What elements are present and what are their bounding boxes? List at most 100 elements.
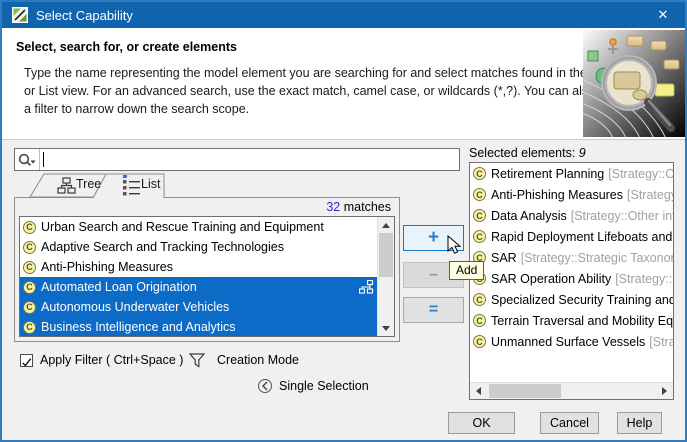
list-item[interactable]: C Urban Search and Rescue Training and E… — [20, 217, 377, 237]
selected-item[interactable]: C Unmanned Surface Vessels [Strateg — [470, 331, 673, 352]
selected-item-name: Rapid Deployment Lifeboats and Re — [491, 230, 673, 244]
selected-item-path: [Strategy::Strategic Taxonomy: — [521, 251, 673, 265]
capability-icon: C — [473, 230, 486, 243]
list-item-label: Adaptive Search and Tracking Technologie… — [41, 240, 284, 254]
list-item[interactable]: C Anti-Phishing Measures — [20, 257, 377, 277]
selected-item-name: Terrain Traversal and Mobility Equip — [491, 314, 673, 328]
scroll-left-button[interactable] — [470, 383, 487, 399]
capability-icon: C — [473, 167, 486, 180]
selected-item[interactable]: C Specialized Security Training and Eq — [470, 289, 673, 310]
selected-item-path: [Strategy::Other info f — [571, 209, 673, 223]
list-tab-panel: 32 matches C Urban Search and Rescue Tra… — [14, 197, 400, 342]
list-item[interactable]: C Adaptive Search and Tracking Technolog… — [20, 237, 377, 257]
scroll-left-icon — [476, 387, 481, 395]
selected-item-name: Data Analysis — [491, 209, 567, 223]
capability-icon: C — [23, 281, 36, 294]
list-item-label: Business Intelligence and Analytics — [41, 320, 236, 334]
scroll-up-icon — [382, 223, 390, 228]
capability-icon: C — [473, 314, 486, 327]
list-item-label: Anti-Phishing Measures — [41, 260, 173, 274]
capability-icon: C — [473, 209, 486, 222]
capability-icon: C — [473, 335, 486, 348]
search-illustration — [583, 30, 685, 137]
scroll-up-button[interactable] — [378, 217, 394, 233]
selected-elements-text: Selected elements: — [469, 146, 575, 160]
list-item[interactable]: C Business Intelligence and Analytics — [20, 317, 377, 336]
selected-item[interactable]: C SAR Operation Ability [Strategy::Str — [470, 268, 673, 289]
selected-item-name: Specialized Security Training and Eq — [491, 293, 673, 307]
scroll-right-icon — [662, 387, 667, 395]
header-description: Type the name representing the model ele… — [24, 64, 628, 118]
add-tooltip: Add — [449, 261, 484, 280]
capability-icon: C — [23, 241, 36, 254]
ok-button[interactable]: OK — [448, 412, 515, 434]
selected-item[interactable]: C Retirement Planning [Strategy::Oth — [470, 163, 673, 184]
selected-item-path: [Strategy::Oth — [608, 167, 673, 181]
selected-item-name: Retirement Planning — [491, 167, 604, 181]
collapse-icon[interactable] — [258, 379, 272, 393]
capability-icon: C — [23, 221, 36, 234]
capability-icon: C — [473, 188, 486, 201]
title-bar: Select Capability ✕ — [2, 2, 685, 28]
header-title: Select, search for, or create elements — [16, 40, 237, 54]
scroll-down-icon — [382, 326, 390, 331]
description-line: or List view. For an advanced search, us… — [24, 82, 628, 100]
selected-item[interactable]: C Terrain Traversal and Mobility Equip — [470, 310, 673, 331]
list-item-label: Urban Search and Rescue Training and Equ… — [41, 220, 324, 234]
selected-item-path: [Strateg — [649, 335, 673, 349]
selected-item-name: SAR — [491, 251, 517, 265]
help-button[interactable]: Help — [617, 412, 662, 434]
text-caret — [43, 152, 44, 167]
selected-item-name: SAR Operation Ability — [491, 272, 611, 286]
close-icon[interactable]: ✕ — [641, 2, 685, 28]
capability-icon: C — [23, 261, 36, 274]
search-box — [14, 148, 460, 171]
selected-item-name: Unmanned Surface Vessels — [491, 335, 645, 349]
description-line: Type the name representing the model ele… — [24, 64, 628, 82]
window-title: Select Capability — [36, 8, 133, 23]
dialog-icon — [12, 7, 28, 23]
scroll-down-button[interactable] — [378, 320, 394, 336]
list-item-label: Autonomous Underwater Vehicles — [41, 300, 229, 314]
apply-filter-checkbox[interactable] — [20, 354, 33, 367]
creation-mode-label[interactable]: Creation Mode — [217, 353, 299, 367]
selected-elements-label: Selected elements: 9 — [469, 146, 586, 160]
tab-strip — [14, 171, 214, 199]
mouse-cursor — [447, 235, 465, 255]
vertical-scrollbar[interactable] — [377, 217, 394, 336]
selected-elements-panel: C Retirement Planning [Strategy::Oth C A… — [469, 162, 674, 400]
scrollbar-thumb[interactable] — [489, 384, 561, 398]
list-item[interactable]: C Automated Loan Origination — [20, 277, 377, 297]
list-item-label: Automated Loan Origination — [41, 280, 197, 294]
list-item[interactable]: C Autonomous Underwater Vehicles — [20, 297, 377, 317]
search-filter-menu[interactable] — [15, 149, 40, 170]
hierarchy-icon — [359, 280, 374, 294]
selected-item[interactable]: C SAR [Strategy::Strategic Taxonomy: — [470, 247, 673, 268]
search-icon — [17, 152, 37, 168]
capability-icon: C — [23, 321, 36, 334]
search-input[interactable] — [42, 149, 459, 170]
filter-icon[interactable] — [189, 353, 205, 368]
selected-item[interactable]: C Rapid Deployment Lifeboats and Re — [470, 226, 673, 247]
match-count: 32 matches — [326, 200, 391, 214]
scroll-right-button[interactable] — [656, 383, 673, 399]
tab-tree[interactable]: Tree — [76, 177, 101, 191]
selected-item[interactable]: C Data Analysis [Strategy::Other info f — [470, 205, 673, 226]
match-count-word: matches — [344, 200, 391, 214]
selected-item[interactable]: C Anti-Phishing Measures [Strategy::O — [470, 184, 673, 205]
scrollbar-thumb[interactable] — [379, 233, 393, 277]
replace-button[interactable]: = — [403, 297, 464, 323]
capability-icon: C — [473, 293, 486, 306]
horizontal-scrollbar[interactable] — [470, 382, 673, 399]
selected-rows: C Retirement Planning [Strategy::Oth C A… — [470, 163, 673, 382]
single-selection-label[interactable]: Single Selection — [279, 379, 369, 393]
capability-icon: C — [23, 301, 36, 314]
results-rows: C Urban Search and Rescue Training and E… — [20, 217, 377, 336]
cancel-button[interactable]: Cancel — [540, 412, 599, 434]
match-count-number: 32 — [326, 200, 340, 214]
selected-item-path: [Strategy::O — [627, 188, 673, 202]
description-line: a filter to narrow down the search scope… — [24, 100, 628, 118]
results-listbox: C Urban Search and Rescue Training and E… — [19, 216, 395, 337]
apply-filter-label[interactable]: Apply Filter ( Ctrl+Space ) — [40, 353, 183, 367]
tab-list[interactable]: List — [141, 177, 160, 191]
